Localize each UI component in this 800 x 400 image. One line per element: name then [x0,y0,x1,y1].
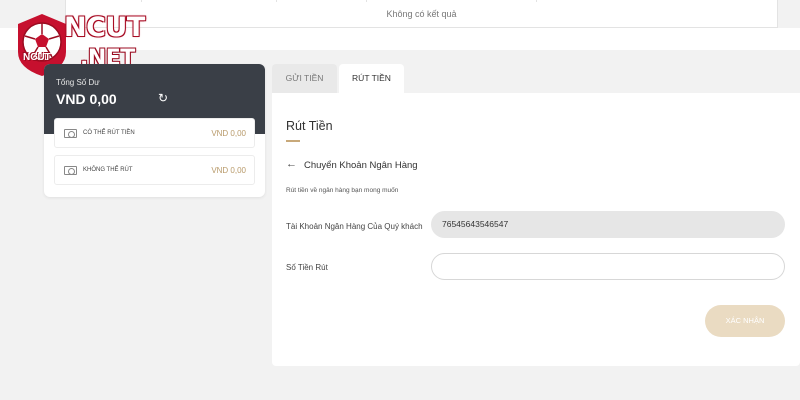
transaction-history-table: Không có kết quả [65,0,778,28]
title-underline [286,140,300,142]
column-divider [536,0,537,2]
non-withdrawable-balance-row: KHÔNG THỂ RÚT VND 0,00 [54,155,255,185]
column-divider [141,0,142,2]
withdraw-method-title: Chuyển Khoản Ngân Hàng [304,160,418,171]
withdrawable-balance-row: CÓ THỂ RÚT TIỀN VND 0,00 [54,118,255,148]
table-header-border [66,0,777,2]
withdrawable-value: VND 0,00 [211,129,246,138]
total-balance-amount: VND 0,00 [56,91,117,107]
withdraw-hint: Rút tiền về ngân hàng bạn mong muốn [286,187,399,194]
logo-brand-name: NCUT [64,12,145,43]
refresh-icon[interactable]: ↻ [158,91,168,105]
cash-icon [64,129,77,138]
withdrawable-label: CÓ THỂ RÚT TIỀN [83,130,135,136]
balance-card: Tổng Số Dư VND 0,00 ↻ CÓ THỂ RÚT TIỀN VN… [44,64,265,197]
non-withdrawable-label: KHÔNG THỂ RÚT [83,167,133,173]
withdraw-amount-label: Số Tiền Rút [286,263,328,272]
column-divider [276,0,277,2]
non-withdrawable-value: VND 0,00 [211,166,246,175]
tab-deposit[interactable]: GỬI TIỀN [272,64,337,93]
total-balance-label: Tổng Số Dư [56,78,100,87]
logo-badge-text: NCUT [23,52,51,63]
confirm-button[interactable]: XÁC NHẬN [705,305,785,337]
tab-withdraw[interactable]: RÚT TIỀN [339,64,404,93]
cash-icon [64,166,77,175]
column-divider [366,0,367,2]
arrow-left-icon[interactable]: ← [286,158,297,170]
withdraw-panel: Rút Tiền ← Chuyển Khoản Ngân Hàng Rút ti… [272,93,800,366]
withdraw-amount-input[interactable] [431,253,785,280]
bank-account-label: Tài Khoản Ngân Hàng Của Quý khách [286,222,423,231]
bank-account-select[interactable]: 76545643546547 [431,211,785,238]
empty-results-text: Không có kết quả [386,9,457,19]
panel-title: Rút Tiền [286,119,333,133]
